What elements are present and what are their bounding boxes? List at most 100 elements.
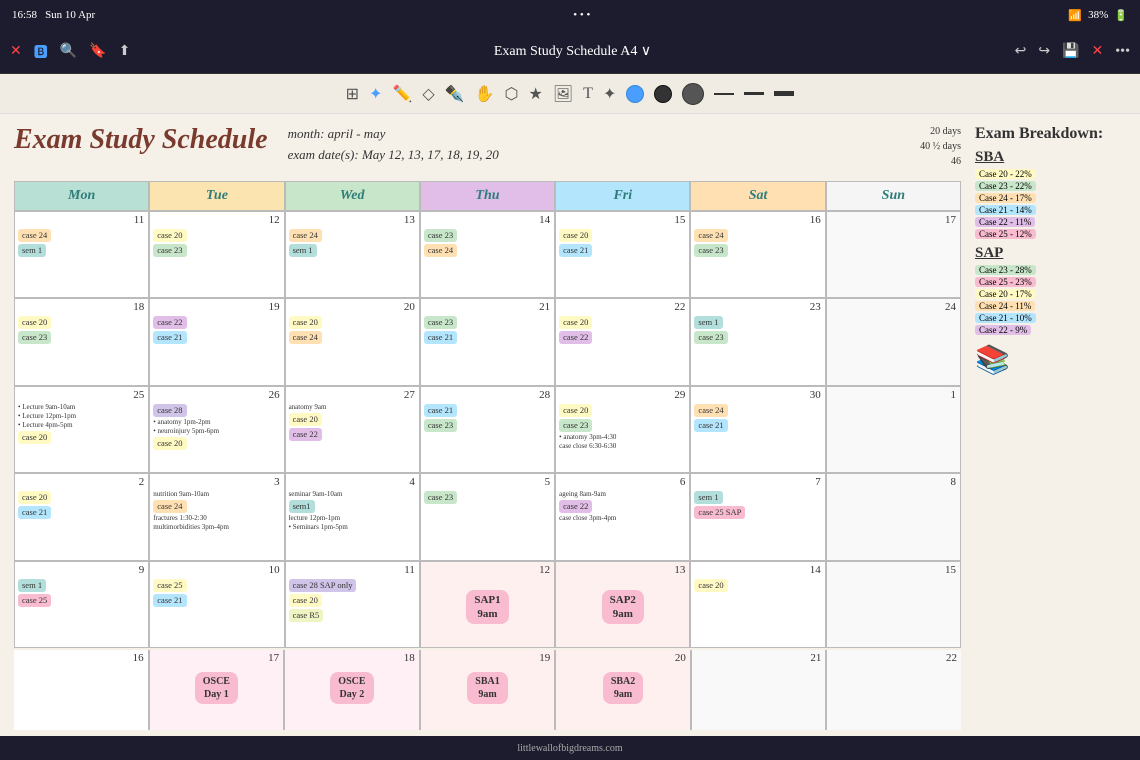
sba-item-4: Case 21 - 14% bbox=[975, 205, 1126, 215]
header-fri: Fri bbox=[556, 182, 689, 210]
search-icon[interactable]: 🔍 bbox=[58, 41, 79, 62]
color-blue[interactable] bbox=[626, 85, 644, 103]
cell-may12: 12 SAP19am bbox=[421, 562, 554, 647]
cell-may3: 3 nutrition 9am-10am case 24 fractures 1… bbox=[150, 474, 283, 559]
sap-title: SAP bbox=[975, 245, 1126, 262]
cell-apr27: 27 anatomy 9am case 20 case 22 bbox=[286, 387, 419, 472]
sba-item-6: Case 25 - 12% bbox=[975, 229, 1126, 239]
date: Sun 10 Apr bbox=[45, 9, 95, 21]
color-dark[interactable] bbox=[654, 85, 672, 103]
grid-icon[interactable]: ⊞ bbox=[346, 84, 359, 104]
cell-may8: 8 bbox=[827, 474, 960, 559]
hand-icon[interactable]: ✋ bbox=[475, 84, 495, 104]
pencil-icon[interactable]: ✒️ bbox=[445, 84, 465, 104]
cell-may4: 4 seminar 9am-10am sem1 lecture 12pm-1pm… bbox=[286, 474, 419, 559]
cell-may20: 20 SBA29am bbox=[556, 650, 690, 730]
device-frame: 16:58 Sun 10 Apr • • • 📶 38% 🔋 ✕ 🅱 🔍 🔖 ⬆… bbox=[0, 0, 1140, 760]
eraser-icon[interactable]: ◇ bbox=[422, 84, 434, 104]
cell-may18: 18 OSCEDay 2 bbox=[285, 650, 419, 730]
calendar-grid: Mon Tue Wed Thu Fri Sat Sun 11 case 24 s… bbox=[14, 181, 961, 648]
star-icon[interactable]: ★ bbox=[529, 84, 543, 104]
sap-item-4: Case 24 - 11% bbox=[975, 301, 1126, 311]
line-med[interactable] bbox=[744, 92, 764, 95]
bookmark-icon[interactable]: 🔖 bbox=[87, 41, 108, 62]
cell-may14: 14 case 20 bbox=[691, 562, 824, 647]
header-thu: Thu bbox=[421, 182, 554, 210]
line-thin[interactable] bbox=[714, 93, 734, 95]
bluetooth-icon: ✦ bbox=[369, 84, 382, 104]
header-wed: Wed bbox=[286, 182, 419, 210]
highlighter-icon[interactable]: ✦ bbox=[603, 84, 616, 104]
cell-apr14: 14 case 23 case 24 bbox=[421, 212, 554, 297]
website-url: littlewallofbigdreams.com bbox=[517, 743, 622, 754]
breakdown-area: Exam Breakdown: SBA Case 20 - 22% Case 2… bbox=[971, 124, 1126, 730]
toolbar-title: Exam Study Schedule A4 ∨ bbox=[138, 43, 1006, 60]
cell-may2: 2 case 20 case 21 bbox=[15, 474, 148, 559]
close-icon[interactable]: ✕ bbox=[8, 41, 24, 62]
cell-apr30: 30 case 24 case 21 bbox=[691, 387, 824, 472]
cell-apr21: 21 case 23 case 21 bbox=[421, 299, 554, 384]
toolbar-close-icon[interactable]: ✕ bbox=[1090, 41, 1106, 62]
share-icon[interactable]: ⬆ bbox=[117, 41, 133, 62]
cell-may16: 16 bbox=[14, 650, 148, 730]
more-icon[interactable]: ••• bbox=[1113, 42, 1132, 62]
cell-apr16: 16 case 24 case 23 bbox=[691, 212, 824, 297]
stat-count: 46 bbox=[920, 154, 961, 169]
cell-apr28: 28 case 21 case 23 bbox=[421, 387, 554, 472]
toolbar-left: ✕ 🅱 🔍 🔖 ⬆ bbox=[8, 40, 132, 64]
battery-level: 38% bbox=[1088, 9, 1108, 21]
cell-may19: 19 SBA19am bbox=[421, 650, 555, 730]
title-text: Exam Study Schedule A4 ∨ bbox=[494, 44, 651, 59]
month-label: month: april - may bbox=[288, 124, 499, 145]
cell-may1: 1 bbox=[827, 387, 960, 472]
breakdown-title: Exam Breakdown: bbox=[975, 124, 1126, 143]
redo-icon[interactable]: ↪ bbox=[1036, 41, 1052, 62]
pen-icon[interactable]: ✏️ bbox=[392, 84, 412, 104]
cell-apr29: 29 case 20 case 23 • anatomy 3pm-4:30 ca… bbox=[556, 387, 689, 472]
cell-apr11: 11 case 24 sem 1 bbox=[15, 212, 148, 297]
exam-row: 16 17 OSCEDay 1 18 OSCEDay 2 19 bbox=[14, 650, 961, 730]
cell-may5: 5 case 23 bbox=[421, 474, 554, 559]
cell-may22: 22 bbox=[827, 650, 961, 730]
schedule-area: Exam Study Schedule month: april - may e… bbox=[14, 124, 961, 730]
cell-apr12: 12 case 20 case 23 bbox=[150, 212, 283, 297]
color-large[interactable] bbox=[682, 83, 704, 105]
photo-icon[interactable]: 🖼 bbox=[553, 84, 573, 104]
status-right: 📶 38% 🔋 bbox=[1068, 9, 1128, 22]
schedule-meta: month: april - may exam date(s): May 12,… bbox=[288, 124, 499, 166]
status-left: 16:58 Sun 10 Apr bbox=[12, 9, 95, 21]
sap-item-5: Case 21 - 10% bbox=[975, 313, 1126, 323]
cell-apr25: 25 • Lecture 9am-10am • Lecture 12pm-1pm… bbox=[15, 387, 148, 472]
sba-item-1: Case 20 - 22% bbox=[975, 169, 1126, 179]
cell-apr17: 17 bbox=[827, 212, 960, 297]
main-content: Exam Study Schedule month: april - may e… bbox=[0, 114, 1140, 736]
books-decoration: 📚 bbox=[975, 343, 1126, 377]
header-mon: Mon bbox=[15, 182, 148, 210]
time: 16:58 bbox=[12, 9, 37, 21]
sba-title: SBA bbox=[975, 149, 1126, 166]
cell-apr15: 15 case 20 case 21 bbox=[556, 212, 689, 297]
sba-item-2: Case 23 - 22% bbox=[975, 181, 1126, 191]
stat-days: 20 days bbox=[920, 124, 961, 139]
lasso-icon[interactable]: ⬡ bbox=[505, 84, 519, 104]
status-bar: 16:58 Sun 10 Apr • • • 📶 38% 🔋 bbox=[0, 0, 1140, 30]
cell-apr24: 24 bbox=[827, 299, 960, 384]
status-center: • • • bbox=[573, 9, 590, 21]
text-icon[interactable]: T bbox=[583, 85, 593, 103]
app-icon[interactable]: 🅱 bbox=[32, 40, 50, 64]
cell-apr20: 20 case 20 case 24 bbox=[286, 299, 419, 384]
cell-may17: 17 OSCEDay 1 bbox=[150, 650, 284, 730]
header-tue: Tue bbox=[150, 182, 283, 210]
save-icon[interactable]: 💾 bbox=[1060, 41, 1081, 62]
cell-may9: 9 sem 1 case 25 bbox=[15, 562, 148, 647]
cell-may21: 21 bbox=[692, 650, 826, 730]
cell-apr13: 13 case 24 sem 1 bbox=[286, 212, 419, 297]
header-sun: Sun bbox=[827, 182, 960, 210]
cell-may11: 11 case 28 SAP only case 20 case R5 bbox=[286, 562, 419, 647]
line-thick[interactable] bbox=[774, 91, 794, 96]
cell-apr22: 22 case 20 case 22 bbox=[556, 299, 689, 384]
undo-icon[interactable]: ↩ bbox=[1013, 41, 1029, 62]
bottom-bar: littlewallofbigdreams.com bbox=[0, 736, 1140, 760]
cell-may13: 13 SAP29am bbox=[556, 562, 689, 647]
sap-item-3: Case 20 - 17% bbox=[975, 289, 1126, 299]
